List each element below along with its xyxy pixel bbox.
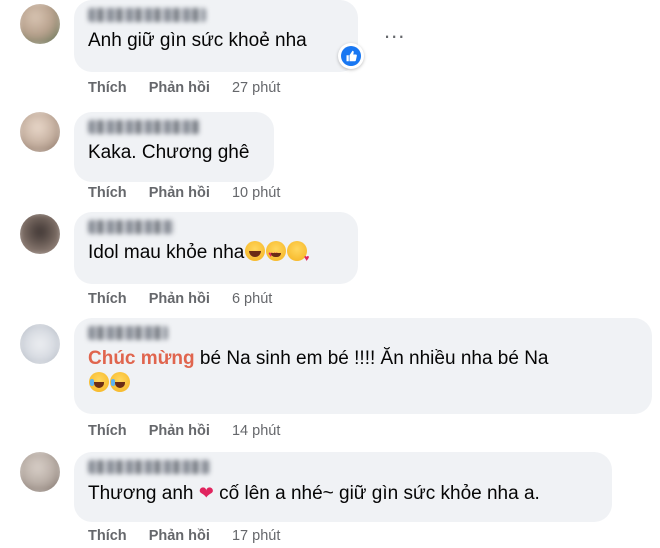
commenter-name-blurred[interactable] — [88, 326, 168, 340]
comment-text: Idol mau khỏe nha — [88, 240, 344, 271]
comment-bubble: Anh giữ gìn sức khoẻ nha — [74, 0, 358, 72]
crying-laughing-emoji — [89, 372, 109, 392]
like-button[interactable]: Thích — [88, 291, 127, 307]
like-button[interactable]: Thích — [88, 80, 127, 96]
comment-bubble: Kaka. Chương ghê — [74, 112, 274, 182]
comment-emoji-line — [88, 372, 638, 395]
avatar[interactable] — [20, 324, 60, 364]
reply-button[interactable]: Phản hồi — [149, 291, 210, 307]
like-button[interactable]: Thích — [88, 528, 127, 544]
kissing-heart-emoji — [287, 241, 309, 271]
comment-timestamp[interactable]: 14 phút — [232, 423, 280, 439]
comment-bubble: Chúc mừng bé Na sinh em bé !!!! Ăn nhiều… — [74, 318, 652, 414]
more-options-icon[interactable]: ... — [384, 20, 405, 42]
comment-bubble: Thương anh ❤ cố lên a nhé~ giữ gìn sức k… — [74, 452, 612, 522]
commenter-name-blurred[interactable] — [88, 460, 210, 474]
comment-timestamp[interactable]: 27 phút — [232, 80, 280, 96]
comment-actions: Thích Phản hồi 6 phút — [88, 291, 290, 307]
comment-text-highlight: Chúc mừng — [88, 348, 195, 369]
crying-laughing-emoji — [110, 372, 130, 392]
comment-bubble: Idol mau khỏe nha — [74, 212, 358, 284]
avatar[interactable] — [20, 452, 60, 492]
avatar[interactable] — [20, 4, 60, 44]
comment-actions: Thích Phản hồi 10 phút — [88, 185, 298, 201]
commenter-name-blurred[interactable] — [88, 220, 174, 234]
reply-button[interactable]: Phản hồi — [149, 528, 210, 544]
comment-text-body: bé Na sinh em bé !!!! Ăn nhiều nha bé Na — [194, 348, 549, 369]
comment-text-body: Idol mau khỏe nha — [88, 242, 245, 263]
commenter-name-blurred[interactable] — [88, 8, 206, 22]
reply-button[interactable]: Phản hồi — [149, 80, 210, 96]
comment-text: Chúc mừng bé Na sinh em bé !!!! Ăn nhiều… — [88, 346, 638, 372]
comment-timestamp[interactable]: 10 phút — [232, 185, 280, 201]
heart-eyes-emoji — [266, 241, 287, 268]
comment-actions: Thích Phản hồi 17 phút — [88, 528, 298, 544]
comment-text: Kaka. Chương ghê — [88, 142, 250, 163]
laughing-tears-emoji — [245, 241, 266, 261]
reply-button[interactable]: Phản hồi — [149, 423, 210, 439]
like-button[interactable]: Thích — [88, 185, 127, 201]
red-heart-icon: ❤ — [198, 483, 214, 503]
like-button[interactable]: Thích — [88, 423, 127, 439]
like-icon — [346, 50, 357, 62]
comment-timestamp[interactable]: 6 phút — [232, 291, 272, 307]
comment-text-after: cố lên a nhé~ giữ gìn sức khỏe nha a. — [213, 483, 540, 504]
avatar[interactable] — [20, 112, 60, 152]
reply-button[interactable]: Phản hồi — [149, 185, 210, 201]
comment-timestamp[interactable]: 17 phút — [232, 528, 280, 544]
like-reaction-badge[interactable] — [338, 43, 364, 69]
commenter-name-blurred[interactable] — [88, 120, 200, 134]
comment-text: Thương anh ❤ cố lên a nhé~ giữ gìn sức k… — [88, 480, 598, 507]
avatar[interactable] — [20, 214, 60, 254]
comment-text: Anh giữ gìn sức khoẻ nha — [88, 30, 307, 51]
comment-text-before: Thương anh — [88, 483, 199, 504]
comment-actions: Thích Phản hồi 27 phút — [88, 80, 298, 96]
comment-actions: Thích Phản hồi 14 phút — [88, 423, 298, 439]
